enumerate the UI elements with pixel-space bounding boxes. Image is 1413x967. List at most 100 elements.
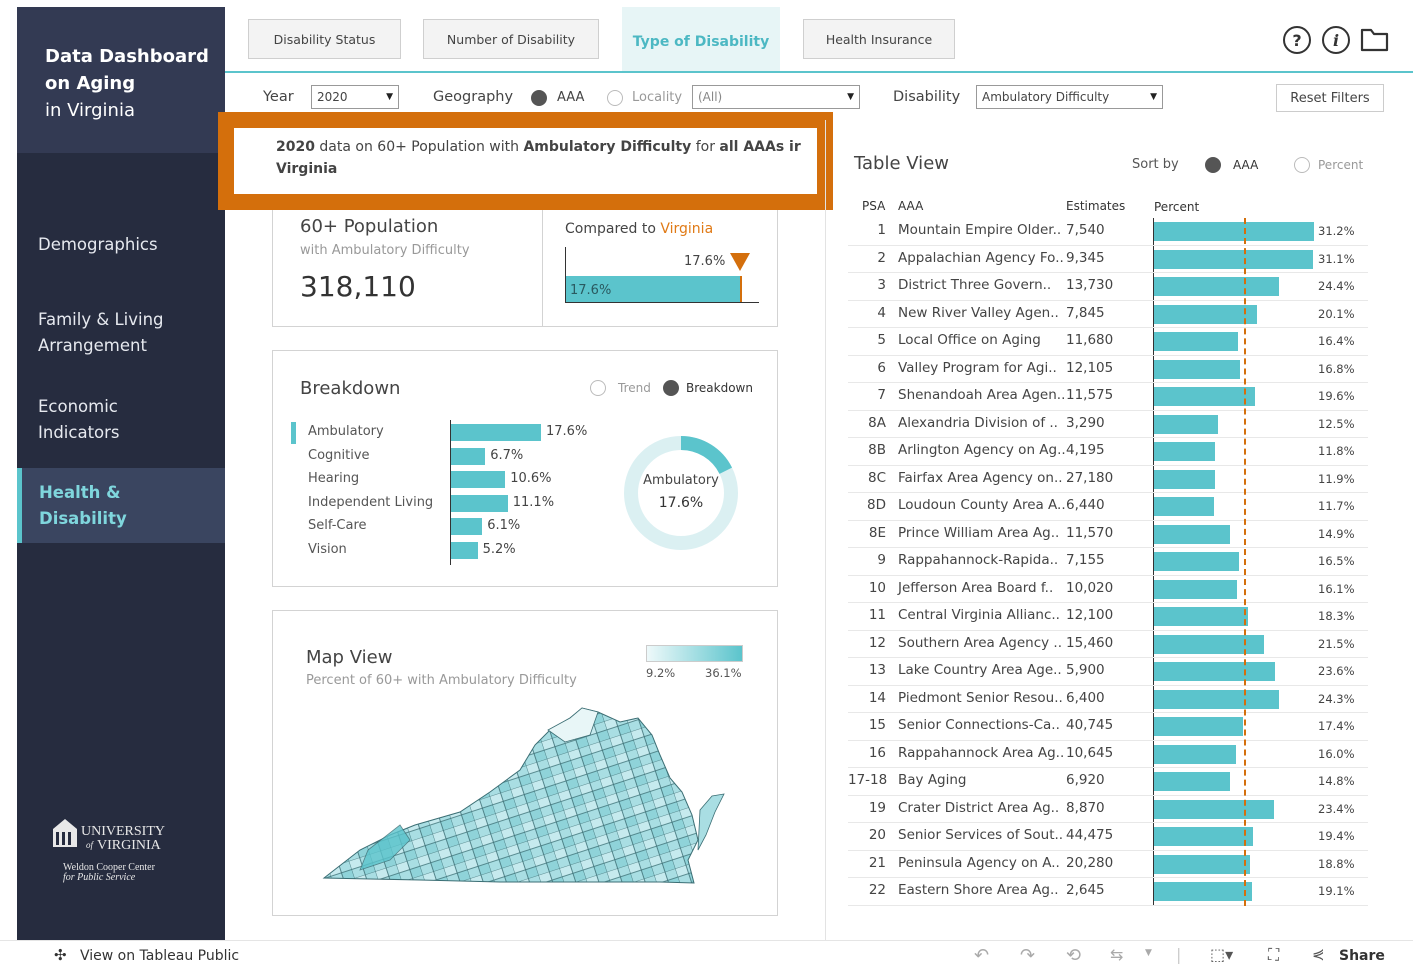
eastern-shore[interactable] [697, 793, 725, 851]
sort-percent-radio[interactable] [1294, 157, 1310, 173]
breakdown-bar[interactable] [451, 494, 508, 512]
table-row[interactable]: 1 Mountain Empire Older.. 7,540 31.2% [848, 218, 1368, 246]
uva-logo: UNIVERSITY of VIRGINIA Weldon Cooper Cen… [53, 815, 213, 889]
table-row[interactable]: 11 Central Virginia Allianc.. 12,100 18.3% [848, 603, 1368, 631]
row-estimate: 5,900 [1066, 662, 1105, 678]
row-percent-bar [1154, 359, 1241, 379]
table-row[interactable]: 7 Shenandoah Area Agen.. 11,575 19.6% [848, 383, 1368, 411]
tab-number-of-disability[interactable]: Number of Disability [423, 19, 599, 59]
row-percent-bar [1154, 882, 1252, 901]
info-icon[interactable]: i [1322, 26, 1350, 54]
kpi-subtitle: with Ambulatory Difficulty [300, 243, 470, 258]
refresh-icon[interactable]: ⇆ [1110, 945, 1123, 964]
dashboard-title: Data Dashboard on Aging in Virginia [17, 7, 225, 153]
table-row[interactable]: 8C Fairfax Area Agency on.. 27,180 11.9% [848, 466, 1368, 493]
disability-select[interactable]: Ambulatory Difficulty ▼ [976, 85, 1163, 109]
kpi-compare: Compared to Virginia [565, 221, 713, 237]
breakdown-value: 5.2% [482, 542, 516, 557]
breakdown-bar[interactable] [451, 518, 483, 536]
chevron-down-icon[interactable]: ▼ [1145, 948, 1152, 958]
row-percent: 19.6% [1318, 389, 1355, 403]
revert-icon[interactable]: ⟲ [1066, 945, 1081, 966]
row-psa: 14 [868, 689, 886, 706]
breakdown-radio[interactable] [663, 380, 679, 396]
breakdown-item-label[interactable]: Independent Living [308, 495, 433, 510]
breakdown-bar[interactable] [451, 424, 541, 441]
table-row[interactable]: 12 Southern Area Agency .. 15,460 21.5% [848, 631, 1368, 658]
breakdown-bar[interactable] [451, 447, 486, 465]
locality-select[interactable]: (All) ▼ [692, 85, 860, 109]
table-row[interactable]: 14 Piedmont Senior Resou.. 6,400 24.3% [848, 686, 1368, 713]
row-estimate: 2,645 [1066, 882, 1105, 898]
nav-economic-indicators[interactable]: Economic Indicators [17, 394, 225, 446]
folder-icon[interactable] [1360, 27, 1390, 53]
tab-disability-status[interactable]: Disability Status [248, 19, 401, 59]
share-button[interactable]: Share [1339, 948, 1385, 964]
breakdown-bar[interactable] [451, 542, 478, 559]
table-row[interactable]: 8B Arlington Agency on Ag.. 4,195 11.8% [848, 438, 1368, 466]
table-row[interactable]: 20 Senior Services of Sout.. 44,475 19.4% [848, 823, 1368, 851]
row-aaa: Rappahannock-Rapida.. [898, 552, 1059, 568]
table-row[interactable]: 8E Prince William Area Ag.. 11,570 14.9% [848, 521, 1368, 548]
row-aaa: Local Office on Aging [898, 332, 1041, 348]
table-row[interactable]: 4 New River Valley Agen.. 7,845 20.1% [848, 301, 1368, 328]
table-row[interactable]: 17-18 Bay Aging 6,920 14.8% [848, 768, 1368, 796]
table-row[interactable]: 8D Loudoun County Area A.. 6,440 11.7% [848, 493, 1368, 521]
table-row[interactable]: 3 District Three Govern.. 13,730 24.4% [848, 273, 1368, 301]
undo-icon[interactable]: ↶ [974, 945, 989, 966]
tab-type-of-disability[interactable]: Type of Disability [622, 7, 780, 72]
row-psa: 11 [868, 607, 886, 623]
nav-demographics[interactable]: Demographics [17, 232, 225, 258]
breakdown-item-label[interactable]: Self-Care [308, 518, 367, 533]
breakdown-item-label[interactable]: Vision [308, 542, 347, 557]
table-row[interactable]: 22 Eastern Shore Area Ag.. 2,645 19.1% [848, 878, 1368, 906]
map-title: Map View [306, 647, 393, 668]
row-percent: 20.1% [1318, 306, 1355, 321]
geo-locality-radio[interactable] [607, 90, 623, 106]
table-row[interactable]: 15 Senior Connections-Ca.. 40,745 17.4% [848, 713, 1368, 741]
table-row[interactable]: 2 Appalachian Agency Fo.. 9,345 31.1% [848, 246, 1368, 273]
fullscreen-icon[interactable]: ⛶ [1268, 945, 1279, 965]
trend-label: Trend [618, 381, 651, 395]
breakdown-item-label[interactable]: Hearing [308, 471, 359, 486]
breakdown-item-label[interactable]: Cognitive [308, 448, 370, 463]
help-icon[interactable]: ? [1283, 26, 1311, 54]
tab-health-insurance[interactable]: Health Insurance [803, 19, 955, 59]
download-icon[interactable]: ⬚▾ [1210, 945, 1233, 964]
reset-filters-button[interactable]: Reset Filters [1276, 84, 1384, 112]
geo-aaa-radio[interactable] [531, 90, 547, 106]
table-row[interactable]: 19 Crater District Area Ag.. 8,870 23.4% [848, 796, 1368, 823]
table-row[interactable]: 13 Lake Country Area Age.. 5,900 23.6% [848, 658, 1368, 686]
table-row[interactable]: 10 Jefferson Area Board f.. 10,020 16.1% [848, 576, 1368, 603]
row-percent: 19.1% [1318, 884, 1355, 898]
table-row[interactable]: 21 Peninsula Agency on A.. 20,280 18.8% [848, 851, 1368, 878]
trend-radio[interactable] [590, 380, 606, 396]
breakdown-item-label[interactable]: Ambulatory [308, 424, 384, 439]
row-aaa: Central Virginia Allianc.. [898, 607, 1060, 623]
col-psa: PSA [862, 199, 886, 213]
table-row[interactable]: 5 Local Office on Aging 11,680 16.4% [848, 328, 1368, 356]
row-percent: 19.4% [1318, 829, 1355, 843]
view-on-tableau-link[interactable]: View on Tableau Public [80, 948, 239, 964]
table-row[interactable]: 6 Valley Program for Agi.. 12,105 16.8% [848, 356, 1368, 383]
virginia-map[interactable] [320, 700, 730, 890]
table-row[interactable]: 8A Alexandria Division of .. 3,290 12.5% [848, 411, 1368, 438]
breakdown-value: 6.1% [487, 518, 521, 534]
sort-label: Sort by [1132, 157, 1179, 172]
nav-health-disability[interactable]: Health & Disability [17, 468, 225, 543]
row-psa: 2 [877, 249, 886, 266]
row-psa: 12 [868, 634, 886, 651]
row-percent-bar [1154, 717, 1244, 736]
nav-family-living[interactable]: Family & Living Arrangement [17, 307, 225, 359]
redo-icon[interactable]: ↷ [1020, 945, 1035, 966]
tab-underline [225, 71, 1413, 73]
table-row[interactable]: 9 Rappahannock-Rapida.. 7,155 16.5% [848, 548, 1368, 576]
share-icon[interactable]: ⋞ [1312, 945, 1325, 963]
table-row[interactable]: 16 Rappahannock Area Ag.. 10,645 16.0% [848, 741, 1368, 768]
sort-aaa-radio[interactable] [1205, 157, 1221, 173]
breakdown-bar[interactable] [451, 471, 506, 489]
row-aaa: Bay Aging [898, 772, 967, 788]
row-percent-bar [1154, 414, 1219, 434]
year-select[interactable]: 2020 ▼ [311, 85, 399, 109]
row-aaa: Mountain Empire Older.. [898, 222, 1062, 238]
